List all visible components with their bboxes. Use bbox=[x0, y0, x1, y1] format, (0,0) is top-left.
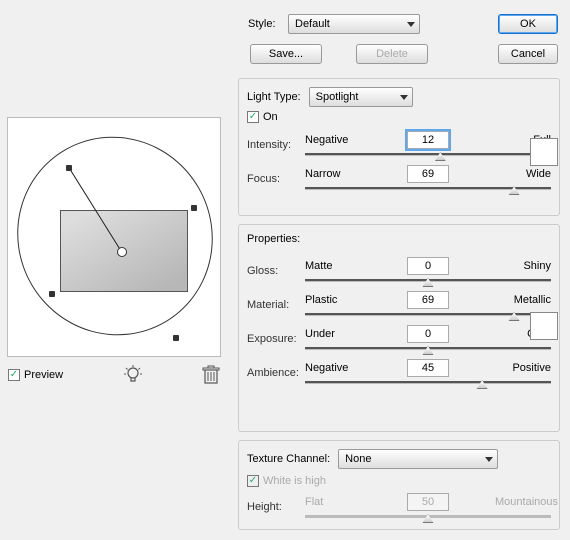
exposure-slider[interactable] bbox=[305, 345, 551, 353]
ambience-row: Ambience: Negative 45 Positive bbox=[247, 359, 551, 387]
gloss-label: Gloss: bbox=[247, 265, 305, 277]
focus-min: Narrow bbox=[305, 168, 361, 180]
intensity-label: Intensity: bbox=[247, 139, 305, 151]
ambience-value-text: 45 bbox=[422, 362, 434, 374]
chevron-down-icon bbox=[485, 457, 493, 462]
exposure-row: Exposure: Under 0 Over bbox=[247, 325, 551, 353]
focus-label: Focus: bbox=[247, 173, 305, 185]
on-label: On bbox=[263, 111, 278, 123]
lightbulb-icon[interactable] bbox=[123, 365, 143, 385]
material-row: Material: Plastic 69 Metallic bbox=[247, 291, 551, 319]
focus-value[interactable]: 69 bbox=[407, 165, 449, 183]
spotlight-handle[interactable] bbox=[173, 335, 179, 341]
white-is-high-checkbox bbox=[247, 475, 259, 487]
height-slider bbox=[305, 513, 551, 521]
properties-label: Properties: bbox=[247, 233, 551, 245]
light-type-combo[interactable]: Spotlight bbox=[309, 87, 413, 107]
trash-icon[interactable] bbox=[202, 365, 220, 385]
spotlight-handle[interactable] bbox=[191, 205, 197, 211]
exposure-value-text: 0 bbox=[425, 328, 431, 340]
style-combo[interactable]: Default bbox=[288, 14, 420, 34]
light-color-swatch[interactable] bbox=[530, 138, 558, 166]
ambience-value[interactable]: 45 bbox=[407, 359, 449, 377]
focus-row: Focus: Narrow 69 Wide bbox=[247, 165, 551, 193]
texture-channel-combo[interactable]: None bbox=[338, 449, 498, 469]
exposure-label: Exposure: bbox=[247, 333, 305, 345]
spotlight-center-handle[interactable] bbox=[117, 247, 127, 257]
intensity-min: Negative bbox=[305, 134, 361, 146]
height-label: Height: bbox=[247, 501, 305, 513]
texture-channel-value: None bbox=[345, 453, 371, 465]
focus-max: Wide bbox=[495, 168, 551, 180]
ambience-max: Positive bbox=[495, 362, 551, 374]
cancel-button[interactable]: Cancel bbox=[498, 44, 558, 64]
style-label: Style: bbox=[248, 18, 276, 30]
chevron-down-icon bbox=[400, 95, 408, 100]
save-label: Save... bbox=[269, 48, 303, 60]
height-value: 50 bbox=[407, 493, 449, 511]
material-value[interactable]: 69 bbox=[407, 291, 449, 309]
preview-canvas[interactable] bbox=[22, 132, 206, 342]
delete-button: Delete bbox=[356, 44, 428, 64]
exposure-min: Under bbox=[305, 328, 361, 340]
gloss-slider[interactable] bbox=[305, 277, 551, 285]
height-min: Flat bbox=[305, 496, 361, 508]
intensity-value[interactable]: 12 bbox=[407, 131, 449, 149]
ok-label: OK bbox=[520, 18, 536, 30]
material-slider[interactable] bbox=[305, 311, 551, 319]
spotlight-handle[interactable] bbox=[66, 165, 72, 171]
ambience-slider[interactable] bbox=[305, 379, 551, 387]
intensity-value-text: 12 bbox=[422, 134, 434, 146]
preview-label: Preview bbox=[24, 369, 63, 381]
light-type-value: Spotlight bbox=[316, 91, 359, 103]
ambience-min: Negative bbox=[305, 362, 361, 374]
focus-slider[interactable] bbox=[305, 185, 551, 193]
spotlight-handle[interactable] bbox=[49, 291, 55, 297]
chevron-down-icon bbox=[407, 22, 415, 27]
save-button[interactable]: Save... bbox=[250, 44, 322, 64]
style-value: Default bbox=[295, 18, 330, 30]
height-max: Mountainous bbox=[495, 496, 551, 508]
light-group: Light Type: Spotlight On Intensity: Nega… bbox=[238, 78, 560, 216]
height-value-text: 50 bbox=[422, 496, 434, 508]
texture-channel-label: Texture Channel: bbox=[247, 453, 330, 465]
gloss-row: Gloss: Matte 0 Shiny bbox=[247, 257, 551, 285]
cancel-label: Cancel bbox=[511, 48, 545, 60]
height-row: Height: Flat 50 Mountainous bbox=[247, 493, 551, 521]
material-label: Material: bbox=[247, 299, 305, 311]
exposure-value[interactable]: 0 bbox=[407, 325, 449, 343]
ok-button[interactable]: OK bbox=[498, 14, 558, 34]
ambience-label: Ambience: bbox=[247, 367, 305, 379]
on-checkbox[interactable] bbox=[247, 111, 259, 123]
ambient-color-swatch[interactable] bbox=[530, 312, 558, 340]
material-max: Metallic bbox=[495, 294, 551, 306]
delete-label: Delete bbox=[376, 48, 408, 60]
material-min: Plastic bbox=[305, 294, 361, 306]
focus-value-text: 69 bbox=[422, 168, 434, 180]
white-is-high-label: White is high bbox=[263, 475, 326, 487]
texture-group: Texture Channel: None White is high Heig… bbox=[238, 440, 560, 530]
material-value-text: 69 bbox=[422, 294, 434, 306]
preview-frame bbox=[8, 118, 220, 356]
gloss-value-text: 0 bbox=[425, 260, 431, 272]
intensity-row: Intensity: Negative 12 Full bbox=[247, 131, 551, 159]
intensity-slider[interactable] bbox=[305, 151, 551, 159]
preview-checkbox[interactable] bbox=[8, 369, 20, 381]
gloss-min: Matte bbox=[305, 260, 361, 272]
gloss-value[interactable]: 0 bbox=[407, 257, 449, 275]
gloss-max: Shiny bbox=[495, 260, 551, 272]
light-type-label: Light Type: bbox=[247, 91, 301, 103]
properties-group: Properties: Gloss: Matte 0 Shiny Materia… bbox=[238, 224, 560, 432]
